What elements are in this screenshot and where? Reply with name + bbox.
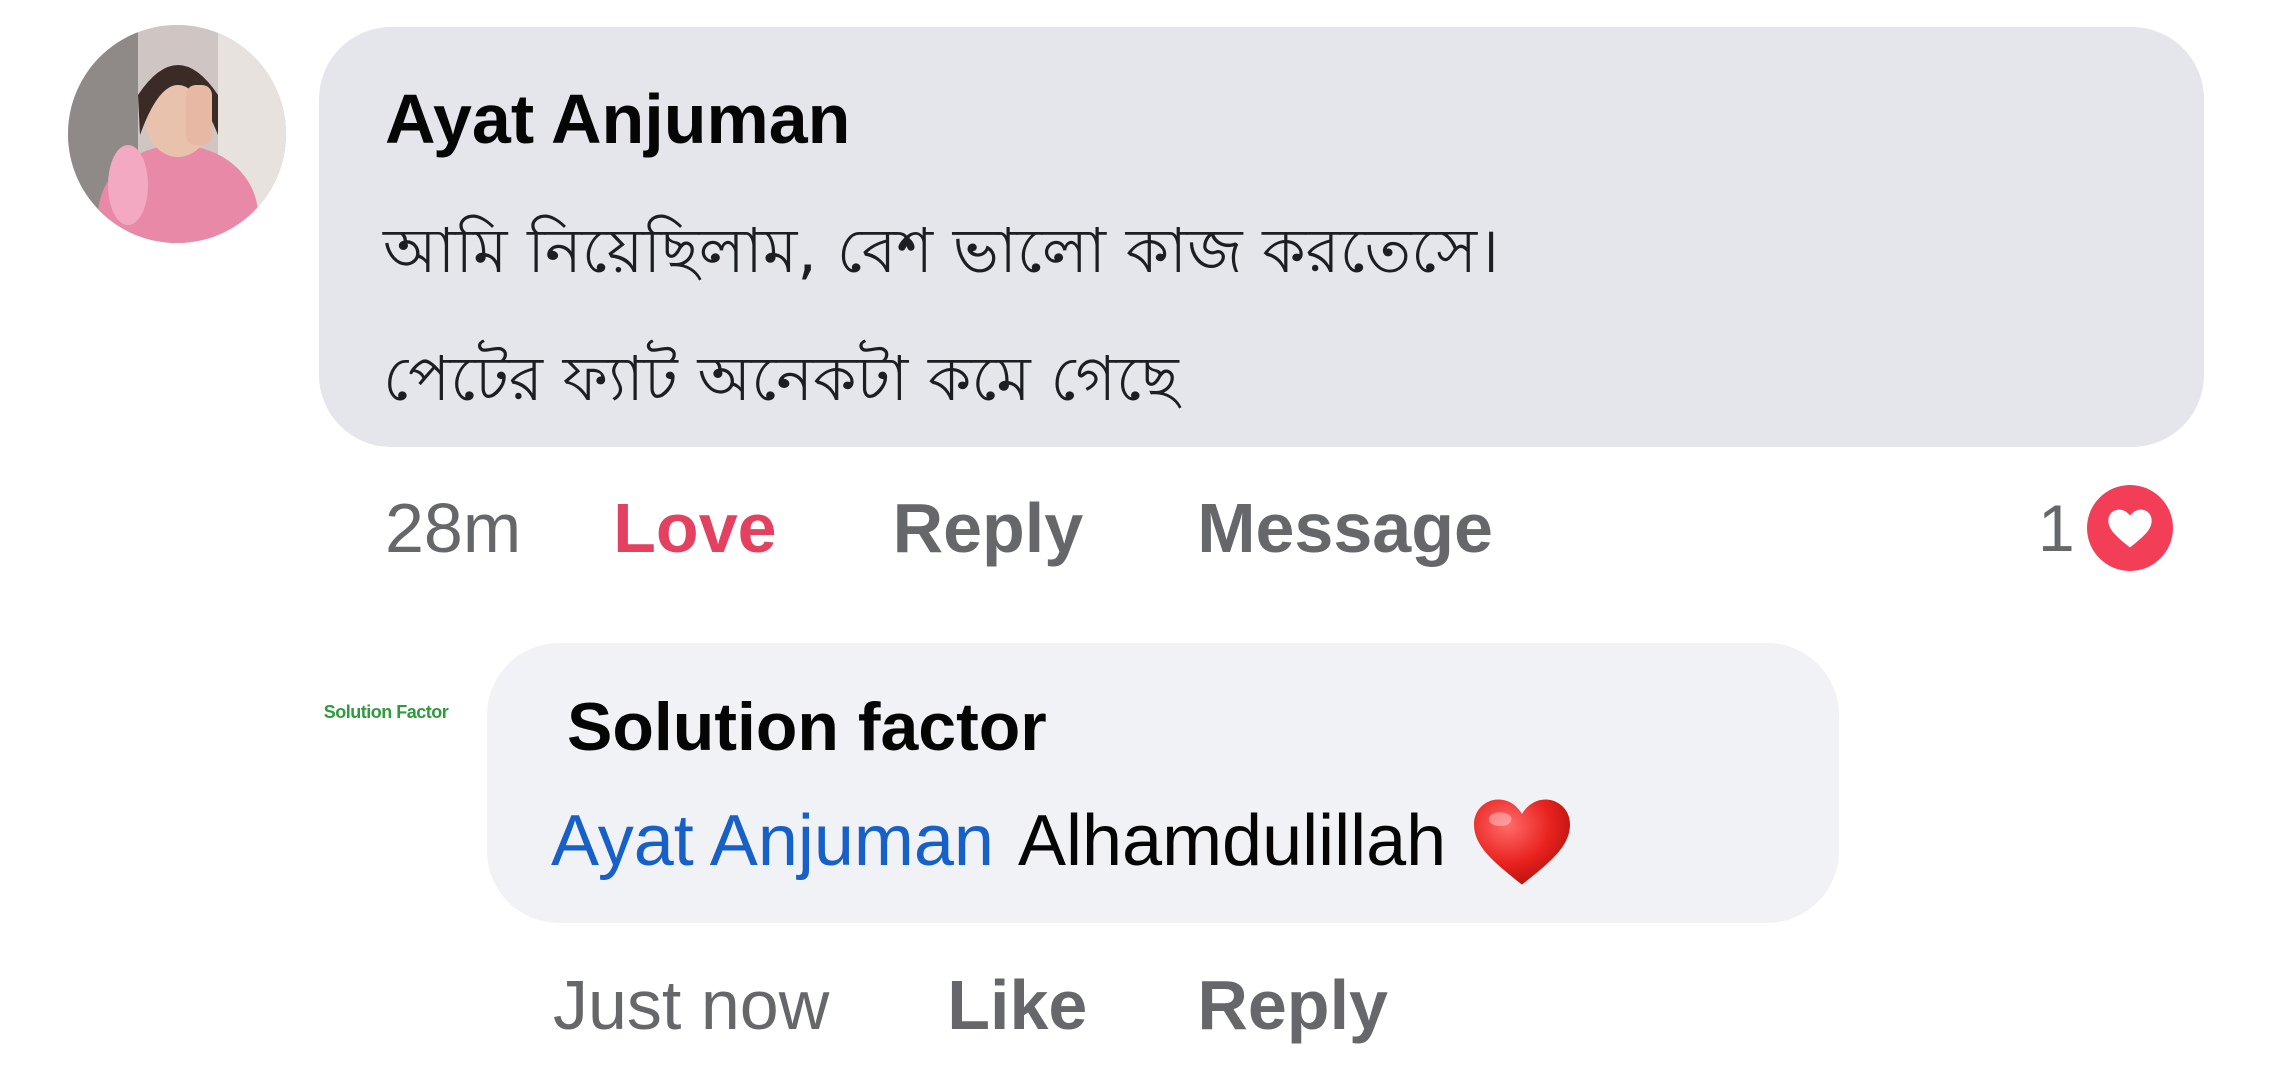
comment-text: আমি নিয়েছিলাম, বেশ ভালো কাজ করতেসে। পেট… xyxy=(383,187,2143,443)
reply-bubble: Solution factor Ayat Anjuman Alhamdulill… xyxy=(487,643,1839,923)
comment-timestamp[interactable]: 28m xyxy=(385,488,521,568)
reply-author[interactable]: Solution factor xyxy=(567,688,1047,766)
love-button[interactable]: Love xyxy=(613,488,776,568)
comments-thread: Ayat Anjuman আমি নিয়েছিলাম, বেশ ভালো কা… xyxy=(0,0,2269,1080)
avatar[interactable] xyxy=(68,25,286,243)
reply-text: Ayat Anjuman Alhamdulillah xyxy=(551,793,1576,889)
message-button[interactable]: Message xyxy=(1197,488,1493,568)
reply-avatar[interactable]: Solution Factor xyxy=(314,640,458,784)
reply-actions: Just now Like Reply xyxy=(553,955,1388,1055)
reaction-summary[interactable]: 1 xyxy=(2038,478,2173,578)
mention-link[interactable]: Ayat Anjuman xyxy=(551,800,994,882)
comment-text-line-2: পেটের ফ্যাট অনেকটা কমে গেছে xyxy=(383,342,1179,415)
profile-photo xyxy=(68,25,286,243)
reaction-count: 1 xyxy=(2038,491,2075,565)
comment-author[interactable]: Ayat Anjuman xyxy=(385,79,850,159)
reply-timestamp[interactable]: Just now xyxy=(553,965,829,1045)
heart-icon xyxy=(2086,485,2173,571)
reply-button[interactable]: Reply xyxy=(893,488,1084,568)
comment-bubble: Ayat Anjuman আমি নিয়েছিলাম, বেশ ভালো কা… xyxy=(319,27,2204,447)
red-heart-emoji-icon xyxy=(1474,799,1571,885)
reply-message: Alhamdulillah xyxy=(1017,801,1447,881)
comment-text-line-1: আমি নিয়েছিলাম, বেশ ভালো কাজ করতেসে। xyxy=(383,214,1500,287)
reply-to-reply-button[interactable]: Reply xyxy=(1197,965,1388,1045)
solution-factor-logo: Solution Factor xyxy=(323,701,449,722)
like-button[interactable]: Like xyxy=(947,965,1087,1045)
comment-actions: 28m Love Reply Message xyxy=(385,478,1493,578)
